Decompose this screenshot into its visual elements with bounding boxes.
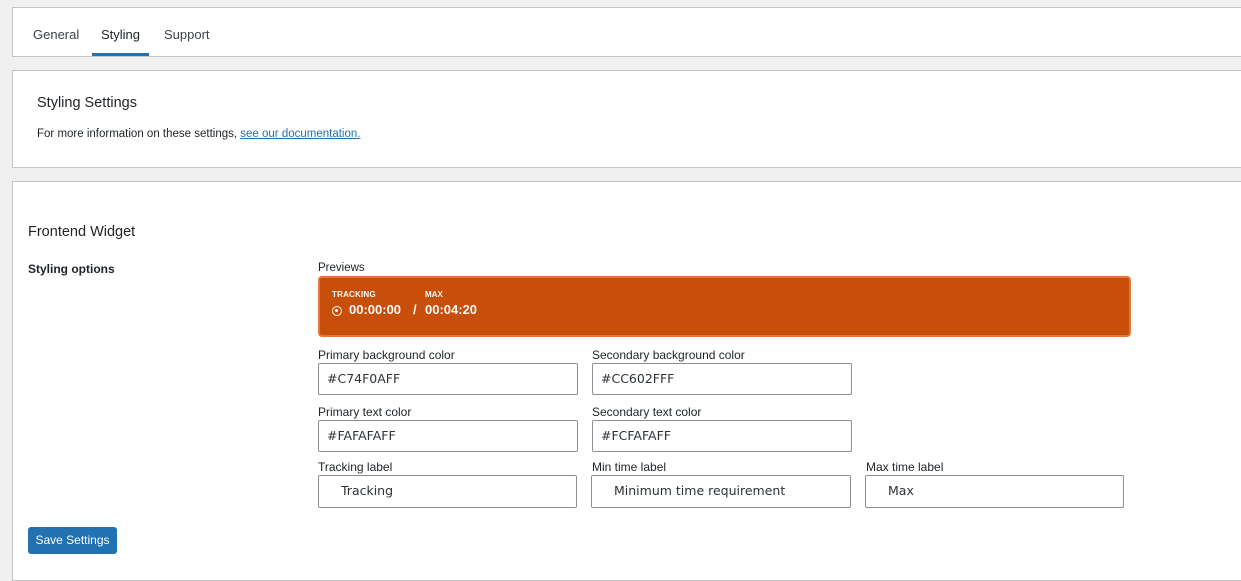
max-time-label-input[interactable]: Max: [865, 475, 1124, 508]
tab-general[interactable]: General: [33, 8, 79, 56]
preview-separator: /: [413, 302, 417, 317]
tab-styling-label: Styling: [100, 27, 141, 42]
preview-max-label: MAX: [425, 290, 443, 299]
secondary-bg-color-input[interactable]: #CC602FFF: [592, 363, 852, 395]
tab-support[interactable]: Support: [164, 8, 210, 56]
primary-text-color-label: Primary text color: [318, 405, 412, 419]
widget-preview: TRACKING MAX 00:00:00 / 00:04:20: [318, 276, 1131, 337]
tab-support-label: Support: [164, 27, 210, 42]
styling-options-label: Styling options: [28, 262, 115, 276]
secondary-bg-color-label: Secondary background color: [592, 348, 745, 362]
record-icon: [332, 306, 342, 316]
preview-current-time: 00:00:00: [349, 302, 402, 317]
frontend-widget-panel: Frontend Widget Styling options Previews…: [12, 181, 1241, 581]
min-time-label-label: Min time label: [592, 460, 667, 474]
preview-max-time: 00:04:20: [425, 302, 478, 317]
max-time-label-label: Max time label: [866, 460, 944, 474]
save-settings-button[interactable]: Save Settings: [28, 527, 117, 554]
primary-text-color-input[interactable]: #FAFAFAFF: [318, 420, 578, 452]
preview-tracking-label: TRACKING: [332, 290, 376, 299]
settings-tabs: General Styling Support: [12, 7, 1241, 57]
previews-label: Previews: [318, 262, 365, 274]
primary-bg-color-label: Primary background color: [318, 348, 455, 362]
secondary-text-color-input[interactable]: #FCFAFAFF: [592, 420, 852, 452]
styling-settings-panel: Styling Settings For more information on…: [12, 70, 1241, 168]
frontend-widget-title: Frontend Widget: [28, 224, 136, 240]
secondary-text-color-label: Secondary text color: [592, 405, 702, 419]
description-text: For more information on these settings,: [37, 128, 241, 140]
styling-settings-title: Styling Settings: [37, 95, 137, 111]
tracking-label-label: Tracking label: [318, 460, 393, 474]
styling-settings-description: For more information on these settings, …: [37, 128, 360, 140]
min-time-label-input[interactable]: Minimum time requirement: [591, 475, 851, 508]
tab-general-label: General: [33, 27, 80, 42]
tab-styling[interactable]: Styling: [92, 8, 149, 56]
tracking-label-input[interactable]: Tracking: [318, 475, 577, 508]
documentation-link[interactable]: see our documentation.: [240, 128, 360, 140]
primary-bg-color-input[interactable]: #C74F0AFF: [318, 363, 578, 395]
